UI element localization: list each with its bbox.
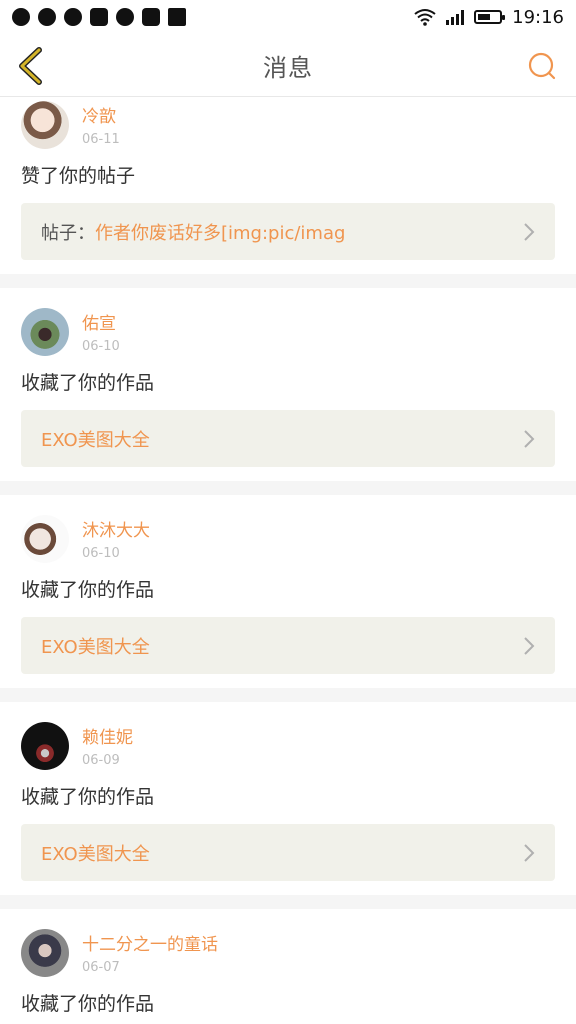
action-text: 收藏了你的作品 (21, 786, 155, 808)
grid-icon (168, 8, 186, 26)
globe-icon (116, 8, 134, 26)
ref-title: EXO美图大全 (41, 843, 150, 865)
message-date: 06-10 (82, 339, 120, 354)
sync-icon (38, 8, 56, 26)
status-bar: 19:16 (0, 0, 576, 34)
action-text: 收藏了你的作品 (21, 579, 155, 601)
ref-title: EXO美图大全 (41, 636, 150, 658)
action-text: 收藏了你的作品 (21, 372, 155, 394)
message-item: 十二分之一的童话 06-07 收藏了你的作品 (0, 909, 576, 1017)
chevron-left-icon (19, 47, 42, 85)
chevron-right-icon (524, 223, 535, 241)
message-date: 06-09 (82, 753, 120, 768)
chevron-right-icon (524, 844, 535, 862)
referenced-post[interactable]: EXO美图大全 (21, 617, 555, 674)
message-item: 佑宣 06-10 收藏了你的作品 EXO美图大全 (0, 288, 576, 495)
username[interactable]: 赖佳妮 (82, 726, 133, 750)
message-list: 冷歆 06-11 赞了你的帖子 帖子： 作者你废话好多[img:pic/imag… (0, 97, 576, 1017)
referenced-post[interactable]: EXO美图大全 (21, 410, 555, 467)
back-button[interactable] (12, 46, 48, 86)
chevron-right-icon (524, 637, 535, 655)
avatar[interactable] (21, 722, 69, 770)
ref-prefix: 帖子： (41, 222, 95, 244)
avatar[interactable] (21, 515, 69, 563)
username[interactable]: 冷歆 (82, 105, 120, 129)
avatar[interactable] (21, 308, 69, 356)
ref-title: EXO美图大全 (41, 429, 150, 451)
messenger-icon (12, 8, 30, 26)
message-item: 冷歆 06-11 赞了你的帖子 帖子： 作者你废话好多[img:pic/imag (0, 97, 576, 288)
referenced-post[interactable]: EXO美图大全 (21, 824, 555, 881)
message-date: 06-11 (82, 132, 120, 147)
divider (0, 481, 576, 495)
notification-icons (12, 8, 186, 26)
divider (0, 688, 576, 702)
message-date: 06-07 (82, 960, 120, 975)
search-icon (528, 52, 556, 80)
username[interactable]: 十二分之一的童话 (82, 933, 218, 957)
avatar[interactable] (21, 101, 69, 149)
avatar[interactable] (21, 929, 69, 977)
username[interactable]: 佑宣 (82, 312, 120, 336)
page-title: 消息 (263, 53, 313, 82)
app-header: 消息 (0, 34, 576, 97)
message-date: 06-10 (82, 546, 120, 561)
action-text: 赞了你的帖子 (21, 165, 136, 187)
ref-title: 作者你废话好多[img:pic/imag (95, 222, 346, 244)
clock: 19:16 (512, 6, 564, 28)
divider (0, 895, 576, 909)
message-item: 赖佳妮 06-09 收藏了你的作品 EXO美图大全 (0, 702, 576, 909)
app-icon (142, 8, 160, 26)
wifi-icon (414, 8, 436, 26)
action-text: 收藏了你的作品 (21, 993, 155, 1015)
search-button[interactable] (526, 50, 558, 82)
username[interactable]: 沐沐大大 (82, 519, 150, 543)
signal-icon (446, 9, 465, 25)
image-icon (90, 8, 108, 26)
chevron-right-icon (524, 430, 535, 448)
qq-icon (64, 8, 82, 26)
referenced-post[interactable]: 帖子： 作者你废话好多[img:pic/imag (21, 203, 555, 260)
battery-icon (474, 10, 506, 24)
divider (0, 274, 576, 288)
message-item: 沐沐大大 06-10 收藏了你的作品 EXO美图大全 (0, 495, 576, 702)
